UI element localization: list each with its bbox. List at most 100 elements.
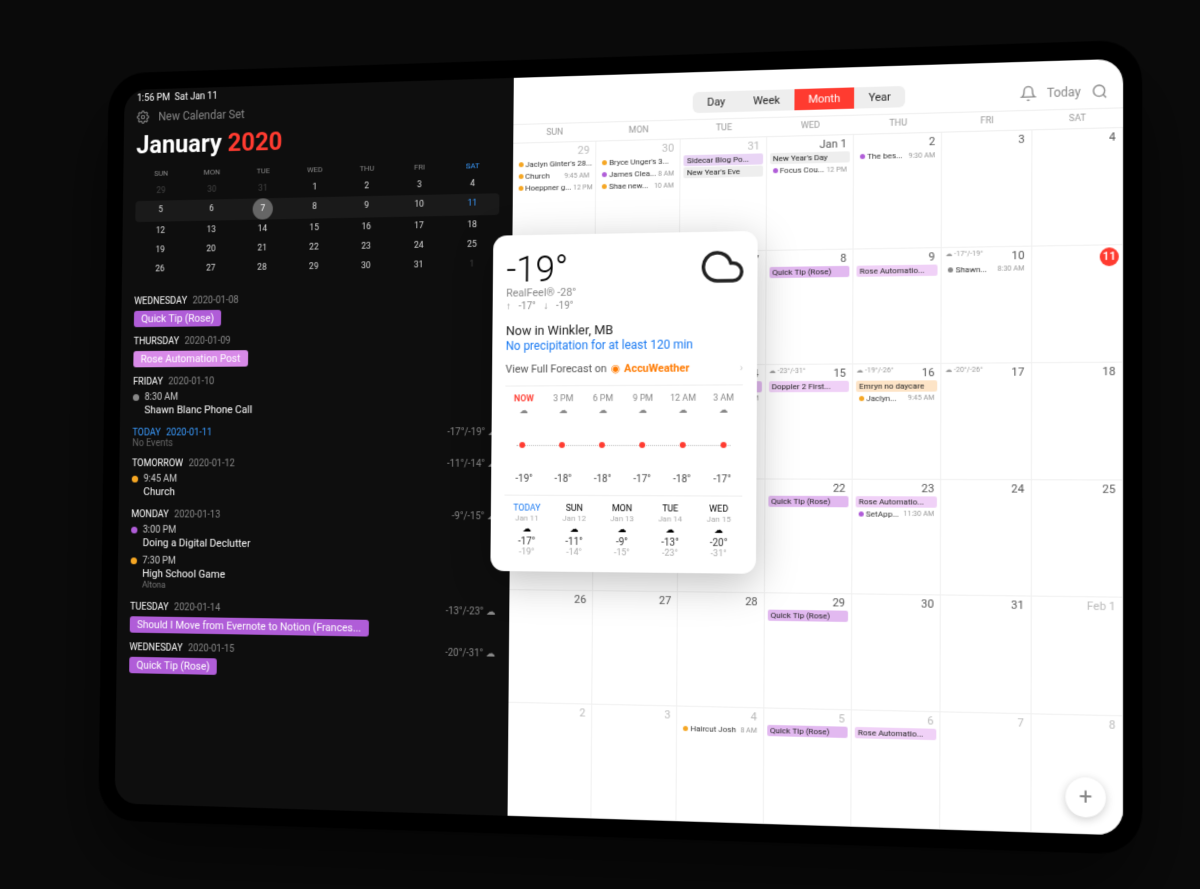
mini-cal-day[interactable]: 23 xyxy=(340,236,393,256)
month-event[interactable]: Church9:45 AM xyxy=(516,169,593,182)
mini-cal-day[interactable]: 2 xyxy=(341,176,394,197)
month-event[interactable]: New Year's Eve xyxy=(684,165,763,178)
mini-cal-day[interactable]: 17 xyxy=(393,215,446,236)
month-cell[interactable]: 28 xyxy=(678,592,765,708)
month-event[interactable]: Bryce Unger's 3... xyxy=(599,155,677,168)
seg-month[interactable]: Month xyxy=(794,87,854,110)
mini-cal-day[interactable]: 10 xyxy=(393,194,446,217)
month-event[interactable]: Quick Tip (Rose) xyxy=(767,724,848,737)
month-event[interactable]: Rose Automatio... xyxy=(856,495,938,507)
month-event[interactable]: Rose Automatio... xyxy=(855,727,937,740)
weather-day[interactable]: WEDJan 15☁-20°-31° xyxy=(695,504,742,559)
mini-cal-day[interactable]: 8 xyxy=(288,196,340,218)
month-cell[interactable]: 23Rose Automatio...SetApp...11:30 AM xyxy=(852,479,941,596)
mini-cal-day[interactable]: 12 xyxy=(135,221,186,241)
month-event[interactable]: Haircut Josh8 AM xyxy=(680,722,760,735)
month-event[interactable]: Sidecar Blog Po... xyxy=(684,153,763,166)
mini-cal-day[interactable]: 30 xyxy=(340,256,393,276)
agenda-event[interactable]: 9:45 AMChurch xyxy=(132,471,497,501)
new-calendar-set-button[interactable]: New Calendar Set xyxy=(158,107,244,123)
mini-cal-day[interactable]: 27 xyxy=(185,258,236,278)
agenda-event-pill[interactable]: Quick Tip (Rose) xyxy=(129,656,217,674)
month-event[interactable]: Quick Tip (Rose) xyxy=(768,495,848,507)
mini-cal-day[interactable]: 1 xyxy=(445,254,499,274)
month-cell[interactable]: 24 xyxy=(941,479,1031,596)
mini-cal-day[interactable]: 15 xyxy=(288,218,340,238)
month-cell[interactable]: 4 xyxy=(1032,128,1123,246)
today-button[interactable]: Today xyxy=(1047,84,1081,99)
month-cell[interactable]: 31 xyxy=(941,595,1032,714)
month-cell[interactable]: 8 xyxy=(1031,714,1123,835)
agenda-list[interactable]: WEDNESDAY 2020-01-08Quick Tip (Rose)THUR… xyxy=(115,281,512,815)
mini-cal-day[interactable]: 30 xyxy=(186,179,237,199)
agenda-event[interactable]: 7:30 PMHigh School GameAltona xyxy=(130,553,496,596)
gear-icon[interactable] xyxy=(137,110,150,124)
month-cell[interactable]: 26 xyxy=(508,590,593,704)
mini-cal-day[interactable]: 11 xyxy=(446,193,500,216)
month-event[interactable]: Rose Automatio... xyxy=(857,264,938,276)
month-event[interactable]: Emryn no daycare xyxy=(856,379,938,391)
agenda-event-pill[interactable]: Quick Tip (Rose) xyxy=(134,309,222,326)
month-cell[interactable]: 18 xyxy=(1032,362,1123,480)
month-event[interactable]: Jaclyn Ginter's 28... xyxy=(516,157,593,170)
seg-year[interactable]: Year xyxy=(854,85,905,108)
mini-cal-day[interactable]: 31 xyxy=(392,255,445,275)
mini-cal-day[interactable]: 14 xyxy=(237,219,289,239)
mini-cal-day[interactable]: 6 xyxy=(186,198,237,220)
mini-cal-day[interactable]: 25 xyxy=(445,234,499,255)
month-event[interactable]: SetApp...11:30 AM xyxy=(856,507,938,519)
weather-precipitation[interactable]: No precipitation for at least 120 min xyxy=(506,336,743,352)
add-event-button[interactable]: + xyxy=(1065,776,1106,817)
mini-cal-day[interactable]: 5 xyxy=(135,200,186,222)
month-cell[interactable]: 3 xyxy=(592,704,678,820)
agenda-event[interactable]: 3:00 PMDoing a Digital Declutter xyxy=(131,522,497,553)
mini-cal-day[interactable]: 22 xyxy=(288,237,340,257)
mini-cal-day[interactable]: 24 xyxy=(392,235,445,255)
mini-cal-day[interactable]: 7 xyxy=(252,198,272,220)
mini-cal-day[interactable]: 28 xyxy=(236,257,288,277)
month-cell[interactable]: 27 xyxy=(592,591,678,706)
full-forecast-link[interactable]: View Full Forecast on ◉ AccuWeather › xyxy=(505,361,743,386)
month-cell[interactable]: ☁ -19°/-26°16Emryn no daycareJaclyn...9:… xyxy=(853,363,942,479)
month-event[interactable]: Hoeppner g...12 PM xyxy=(516,181,593,194)
mini-cal-day[interactable]: 4 xyxy=(446,173,500,194)
month-event[interactable]: Quick Tip (Rose) xyxy=(768,609,849,621)
view-segmented-control[interactable]: Day Week Month Year xyxy=(693,85,905,112)
mini-cal-day[interactable]: 9 xyxy=(340,195,393,217)
month-event[interactable]: The bes...9:30 AM xyxy=(857,149,938,162)
month-cell[interactable]: 7 xyxy=(941,712,1032,832)
month-cell[interactable]: ☁ -17°/-19°10Shawn...8:30 AM xyxy=(942,246,1032,363)
month-cell[interactable]: 2 xyxy=(507,702,592,818)
mini-cal-day[interactable]: 26 xyxy=(135,259,186,279)
month-cell[interactable]: Jan 1New Year's DayFocus Cou...12 PM xyxy=(766,134,854,250)
mini-cal-day[interactable]: 21 xyxy=(236,238,288,258)
month-cell[interactable]: Feb 1 xyxy=(1031,596,1123,716)
month-cell[interactable]: 9Rose Automatio... xyxy=(853,247,942,363)
month-cell[interactable]: 22Quick Tip (Rose) xyxy=(765,478,853,594)
agenda-event-pill[interactable]: Rose Automation Post xyxy=(133,350,248,367)
month-event[interactable]: Jaclyn...9:45 AM xyxy=(856,392,938,404)
month-cell[interactable]: ☁ -20°/-26°17 xyxy=(942,362,1032,479)
mini-cal-day[interactable]: 13 xyxy=(186,220,237,240)
mini-cal-day[interactable]: 3 xyxy=(393,174,446,195)
weather-day[interactable]: TODAYJan 11☁-17°-19° xyxy=(504,503,550,557)
mini-cal-day[interactable]: 31 xyxy=(237,178,289,198)
bell-icon[interactable] xyxy=(1020,84,1037,101)
weather-day[interactable]: SUNJan 12☁-11°-14° xyxy=(551,503,597,557)
mini-cal-day[interactable]: 20 xyxy=(185,239,236,259)
month-cell[interactable]: 2The bes...9:30 AM xyxy=(854,132,943,249)
month-cell[interactable]: 3 xyxy=(942,130,1032,248)
mini-calendar[interactable]: SUNMONTUEWEDTHUFRISAT 293031123456789101… xyxy=(122,156,513,287)
mini-cal-day[interactable]: 1 xyxy=(289,177,341,198)
month-cell[interactable]: 30 xyxy=(852,594,941,712)
month-cell[interactable]: 8Quick Tip (Rose) xyxy=(766,249,854,364)
mini-cal-day[interactable]: 18 xyxy=(445,214,499,235)
month-cell[interactable]: ☁ -23°/-31°15Doppler 2 First... xyxy=(765,364,853,479)
month-event[interactable]: Doppler 2 First... xyxy=(769,380,849,392)
seg-day[interactable]: Day xyxy=(693,90,739,112)
weather-day[interactable]: MONJan 13☁-9°-15° xyxy=(599,504,645,559)
weather-day[interactable]: TUEJan 14☁-13°-23° xyxy=(647,504,694,559)
mini-cal-day[interactable]: 29 xyxy=(288,256,340,276)
search-icon[interactable] xyxy=(1091,82,1108,99)
month-cell[interactable]: 6Rose Automatio... xyxy=(851,710,941,829)
